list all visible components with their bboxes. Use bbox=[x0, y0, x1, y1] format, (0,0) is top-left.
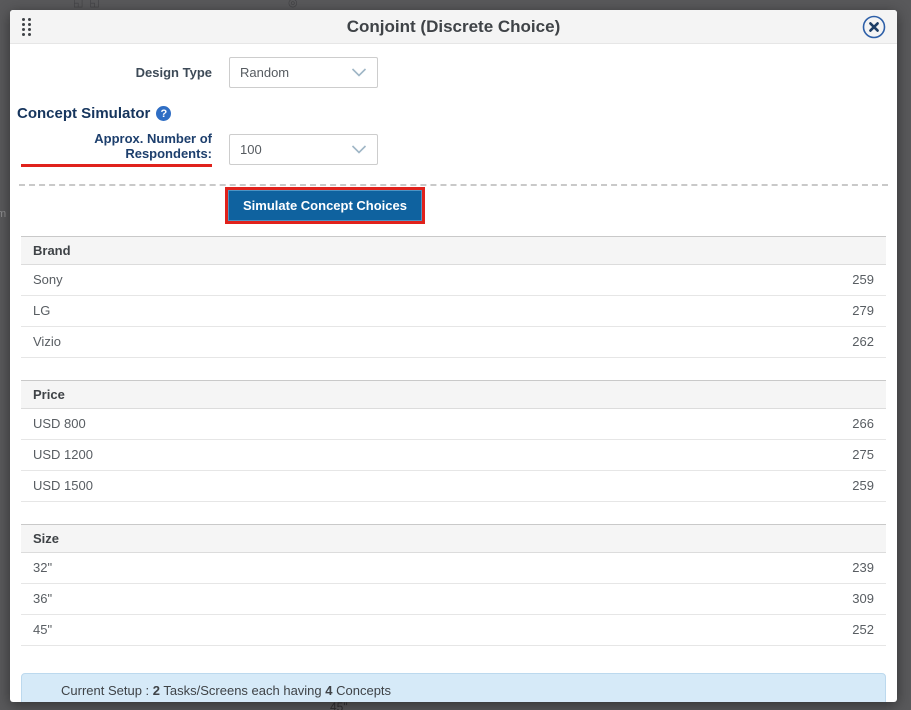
brand-table: Brand Sony 259 LG 279 Vizio 262 bbox=[21, 236, 886, 358]
design-type-label: Design Type bbox=[21, 65, 212, 80]
level-label: 45" bbox=[33, 622, 52, 637]
design-type-row: Design Type Random bbox=[21, 57, 886, 88]
modal-header: Conjoint (Discrete Choice) bbox=[10, 10, 897, 44]
table-row: USD 1200 275 bbox=[21, 440, 886, 471]
table-row: Vizio 262 bbox=[21, 327, 886, 358]
concept-simulator-heading: Concept Simulator ? bbox=[17, 105, 886, 122]
respondents-row: Approx. Number of Respondents: 100 bbox=[21, 131, 886, 167]
info-line-1: Current Setup : 2 Tasks/Screens each hav… bbox=[61, 683, 865, 700]
help-icon[interactable]: ? bbox=[156, 106, 171, 121]
table-row: 32" 239 bbox=[21, 553, 886, 584]
level-count: 259 bbox=[852, 478, 874, 493]
table-row: USD 1500 259 bbox=[21, 471, 886, 502]
level-count: 252 bbox=[852, 622, 874, 637]
level-count: 262 bbox=[852, 334, 874, 349]
chevron-down-icon bbox=[351, 68, 367, 77]
table-row: LG 279 bbox=[21, 296, 886, 327]
table-row: USD 800 266 bbox=[21, 409, 886, 440]
concept-simulator-title: Concept Simulator bbox=[17, 105, 150, 122]
table-row: Sony 259 bbox=[21, 265, 886, 296]
table-header: Brand bbox=[21, 237, 886, 265]
simulate-button-row: Simulate Concept Choices bbox=[228, 190, 886, 221]
size-table: Size 32" 239 36" 309 45" 252 bbox=[21, 524, 886, 646]
close-icon bbox=[861, 14, 887, 40]
level-count: 279 bbox=[852, 303, 874, 318]
background-toolbar-icon-fragment: ◱◱ bbox=[73, 0, 106, 9]
background-text-fragment-left: m bbox=[0, 208, 6, 220]
level-label: USD 800 bbox=[33, 416, 86, 431]
level-label: USD 1500 bbox=[33, 478, 93, 493]
close-button[interactable] bbox=[861, 14, 887, 40]
level-label: 36" bbox=[33, 591, 52, 606]
level-count: 309 bbox=[852, 591, 874, 606]
price-table: Price USD 800 266 USD 1200 275 USD 1500 … bbox=[21, 380, 886, 502]
modal-title: Conjoint (Discrete Choice) bbox=[10, 17, 897, 37]
simulate-concept-choices-button[interactable]: Simulate Concept Choices bbox=[228, 190, 422, 221]
level-label: USD 1200 bbox=[33, 447, 93, 462]
chevron-down-icon bbox=[351, 145, 367, 154]
level-label: Vizio bbox=[33, 334, 61, 349]
level-count: 259 bbox=[852, 272, 874, 287]
table-row: 45" 252 bbox=[21, 615, 886, 646]
background-circle-icon-fragment: ◎ bbox=[288, 0, 298, 9]
conjoint-modal: Conjoint (Discrete Choice) Design Type R… bbox=[10, 10, 897, 702]
info-line-2: Counts represent the approximate number … bbox=[61, 700, 865, 702]
dashed-divider bbox=[19, 184, 888, 186]
modal-body: Design Type Random Concept Simulator ? A… bbox=[10, 57, 897, 702]
table-header: Price bbox=[21, 381, 886, 409]
level-count: 266 bbox=[852, 416, 874, 431]
current-setup-info-box: Current Setup : 2 Tasks/Screens each hav… bbox=[21, 673, 886, 702]
level-label: Sony bbox=[33, 272, 63, 287]
screen: ◱◱ ◎ m 45" Conjoint (Discrete Choice) De… bbox=[0, 0, 911, 710]
respondents-select[interactable]: 100 bbox=[229, 134, 378, 165]
design-type-select[interactable]: Random bbox=[229, 57, 378, 88]
level-count: 275 bbox=[852, 447, 874, 462]
level-label: LG bbox=[33, 303, 50, 318]
table-header: Size bbox=[21, 525, 886, 553]
table-row: 36" 309 bbox=[21, 584, 886, 615]
level-label: 32" bbox=[33, 560, 52, 575]
level-count: 239 bbox=[852, 560, 874, 575]
design-type-value: Random bbox=[240, 65, 289, 80]
respondents-label: Approx. Number of Respondents: bbox=[21, 131, 212, 167]
respondents-value: 100 bbox=[240, 142, 262, 157]
